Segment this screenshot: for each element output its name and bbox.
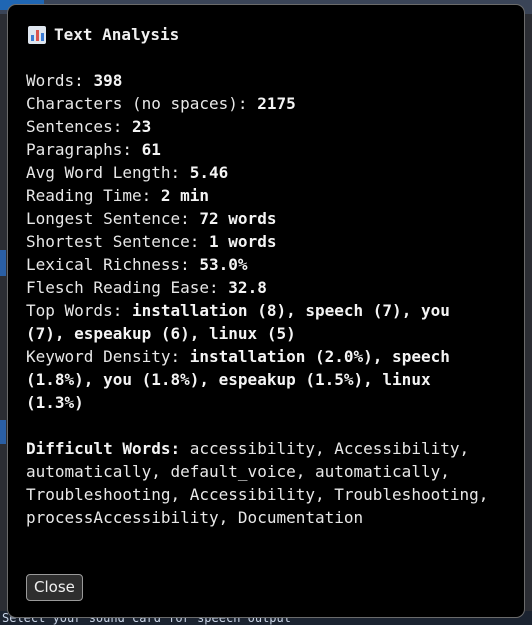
stat-lexical-richness: Lexical Richness: 53.0% xyxy=(26,255,248,274)
dialog-title-text: Text Analysis xyxy=(54,25,180,44)
stat-characters: Characters (no spaces): 2175 xyxy=(26,94,296,113)
stat-top-words: Top Words: installation (8), speech (7),… xyxy=(26,301,450,343)
stat-reading-time: Reading Time: 2 min xyxy=(26,186,210,205)
bar-chart-icon xyxy=(28,25,46,44)
stat-sentences: Sentences: 23 xyxy=(26,117,152,136)
background-sidebar-mark xyxy=(0,250,6,276)
stat-shortest-sentence: Shortest Sentence: 1 words xyxy=(26,232,277,251)
dialog-title: Text Analysis xyxy=(28,25,179,44)
close-button[interactable]: Close xyxy=(26,574,83,601)
background-sidebar-mark xyxy=(0,420,6,444)
difficult-words: Difficult Words: accessibility, Accessib… xyxy=(26,439,489,527)
analysis-content: Words: 398 Characters (no spaces): 2175 … xyxy=(26,69,496,529)
stat-longest-sentence: Longest Sentence: 72 words xyxy=(26,209,277,228)
stat-words: Words: 398 xyxy=(26,71,123,90)
stat-paragraphs: Paragraphs: 61 xyxy=(26,140,161,159)
text-analysis-dialog: Text Analysis Words: 398 Characters (no … xyxy=(7,4,525,618)
stat-keyword-density: Keyword Density: installation (2.0%), sp… xyxy=(26,347,450,412)
stat-flesch-reading-ease: Flesch Reading Ease: 32.8 xyxy=(26,278,267,297)
stat-avg-word-length: Avg Word Length: 5.46 xyxy=(26,163,229,182)
